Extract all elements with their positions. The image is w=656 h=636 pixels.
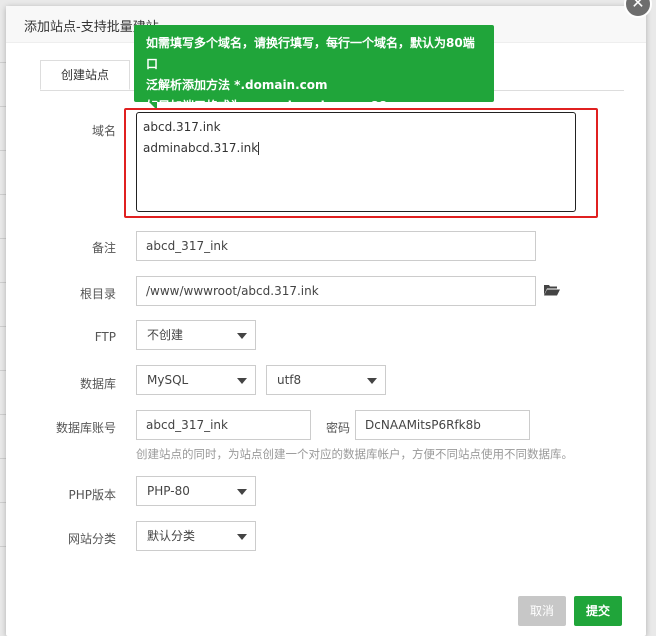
php-version-label: PHP版本 bbox=[68, 488, 117, 502]
tooltip-line: 泛解析添加方法 *.domain.com bbox=[146, 78, 328, 92]
chevron-down-icon bbox=[367, 378, 377, 384]
domain-help-tooltip: 如需填写多个域名，请换行填写，每行一个域名，默认为80端口 泛解析添加方法 *.… bbox=[134, 25, 494, 113]
chevron-down-icon bbox=[237, 333, 247, 339]
db-account-label: 数据库账号 bbox=[55, 421, 116, 435]
php-version-select[interactable]: PHP-80 bbox=[136, 476, 256, 506]
database-type-value: MySQL bbox=[147, 373, 189, 387]
db-password-input[interactable]: DcNAAMitsP6Rfk8b bbox=[355, 410, 530, 440]
tab-create-site[interactable]: 创建站点 bbox=[40, 60, 130, 90]
domain-line: abcd.317.ink bbox=[143, 120, 221, 134]
domain-line: adminabcd.317.ink bbox=[143, 141, 260, 155]
db-password-label: 密码 bbox=[325, 421, 350, 435]
domain-textarea[interactable]: abcd.317.ink adminabcd.317.ink bbox=[136, 112, 576, 212]
domain-label: 域名 bbox=[91, 124, 116, 138]
cancel-button[interactable]: 取消 bbox=[518, 596, 566, 626]
folder-open-icon[interactable] bbox=[544, 284, 560, 296]
database-charset-select[interactable]: utf8 bbox=[266, 365, 386, 395]
chevron-down-icon bbox=[237, 489, 247, 495]
root-dir-input[interactable]: /www/wwwroot/abcd.317.ink bbox=[136, 276, 536, 306]
site-category-select[interactable]: 默认分类 bbox=[136, 521, 256, 551]
database-type-select[interactable]: MySQL bbox=[136, 365, 256, 395]
db-hint-text: 创建站点的同时，为站点创建一个对应的数据库帐户，方便不同站点使用不同数据库。 bbox=[136, 447, 573, 461]
tooltip-line: 如需填写多个域名，请换行填写，每行一个域名，默认为80端口 bbox=[146, 36, 475, 71]
remark-label: 备注 bbox=[91, 241, 116, 255]
chevron-down-icon bbox=[237, 534, 247, 540]
remark-input[interactable]: abcd_317_ink bbox=[136, 231, 536, 261]
site-category-value: 默认分类 bbox=[147, 529, 196, 543]
ftp-select-value: 不创建 bbox=[147, 328, 184, 342]
php-version-value: PHP-80 bbox=[147, 484, 190, 498]
root-dir-label: 根目录 bbox=[79, 287, 116, 301]
chevron-down-icon bbox=[237, 378, 247, 384]
site-category-label: 网站分类 bbox=[67, 532, 116, 546]
database-charset-value: utf8 bbox=[277, 373, 302, 387]
ftp-select[interactable]: 不创建 bbox=[136, 320, 256, 350]
database-label: 数据库 bbox=[79, 377, 116, 391]
submit-button[interactable]: 提交 bbox=[574, 596, 622, 626]
ftp-label: FTP bbox=[94, 330, 116, 344]
